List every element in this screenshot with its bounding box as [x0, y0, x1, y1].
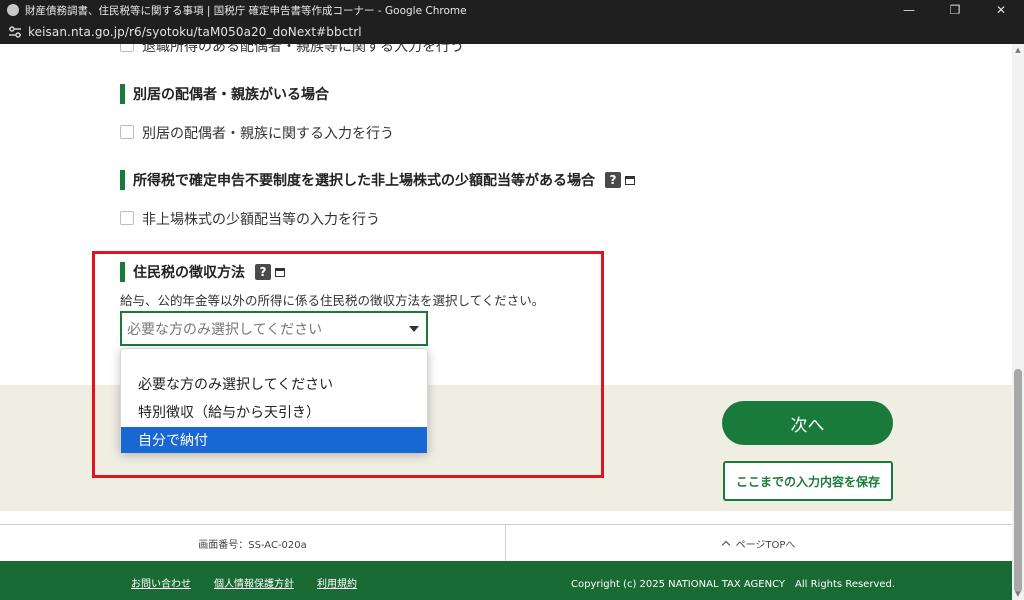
footer-link-terms[interactable]: 利用規約 — [317, 575, 357, 590]
footer-link-privacy[interactable]: 個人情報保護方針 — [214, 575, 294, 590]
address-bar[interactable]: keisan.nta.go.jp/r6/syotoku/taM050a20_do… — [0, 20, 1024, 44]
page-scrollbar[interactable]: ▲ ▼ — [1012, 44, 1024, 600]
page-info-row: 画面番号：SS-AC-020a ページTOPへ — [0, 524, 1012, 561]
heading-accent-bar — [120, 84, 125, 104]
checkbox-separate-residence-label: 別居の配偶者・親族に関する入力を行う — [142, 126, 394, 142]
checkbox-separate-residence[interactable] — [120, 125, 134, 139]
next-button[interactable]: 次へ — [722, 401, 893, 445]
window-title-bar: 財産債務調書、住民税等に関する事項 | 国税庁 確定申告書等作成コーナー - G… — [0, 0, 1024, 20]
url-text[interactable]: keisan.nta.go.jp/r6/syotoku/taM050a20_do… — [28, 25, 362, 39]
checkbox-retirement-income[interactable] — [120, 44, 134, 52]
section-heading-text: 別居の配偶者・親族がいる場合 — [133, 87, 329, 103]
open-window-icon[interactable] — [625, 175, 635, 185]
scroll-down-icon[interactable]: ▼ — [1014, 590, 1022, 598]
checkbox-small-dividends[interactable] — [120, 211, 134, 225]
section-heading-separate-residence: 別居の配偶者・親族がいる場合 — [120, 84, 329, 104]
page-viewport: 退職所得のある配偶者・親族等に関する入力を行う 別居の配偶者・親族がいる場合 別… — [0, 44, 1012, 600]
page-top-label: ページTOPへ — [735, 539, 796, 551]
site-footer: お問い合わせ 個人情報保護方針 利用規約 Copyright (c) 2025 … — [0, 561, 1012, 600]
help-question-icon[interactable]: ? — [605, 172, 621, 188]
section-heading-small-dividends: 所得税で確定申告不要制度を選択した非上場株式の少額配当等がある場合 ? — [120, 170, 635, 190]
site-info-icon[interactable] — [6, 23, 24, 41]
save-progress-button[interactable]: ここまでの入力内容を保存 — [723, 461, 893, 501]
chrome-favicon-icon — [7, 4, 19, 16]
restore-button[interactable]: ❐ — [932, 0, 978, 20]
copyright-text: Copyright (c) 2025 NATIONAL TAX AGENCY A… — [571, 579, 896, 590]
scrollbar-thumb[interactable] — [1014, 369, 1022, 593]
checkbox-small-dividends-label: 非上場株式の少額配当等の入力を行う — [142, 212, 380, 228]
window-title: 財産債務調書、住民税等に関する事項 | 国税庁 確定申告書等作成コーナー - G… — [25, 4, 467, 17]
highlight-frame — [92, 251, 604, 478]
caret-up-icon — [721, 540, 730, 549]
page-top-link[interactable]: ページTOPへ — [506, 525, 1012, 561]
section-heading-text: 所得税で確定申告不要制度を選択した非上場株式の少額配当等がある場合 — [133, 173, 595, 189]
minimize-button[interactable]: — — [886, 0, 932, 20]
close-button[interactable]: ✕ — [978, 0, 1024, 20]
scroll-up-icon[interactable]: ▲ — [1014, 46, 1022, 54]
heading-accent-bar — [120, 170, 125, 190]
screen-id: 画面番号：SS-AC-020a — [0, 525, 506, 561]
footer-link-contact[interactable]: お問い合わせ — [131, 575, 191, 590]
checkbox-retirement-income-label: 退職所得のある配偶者・親族等に関する入力を行う — [142, 44, 464, 55]
